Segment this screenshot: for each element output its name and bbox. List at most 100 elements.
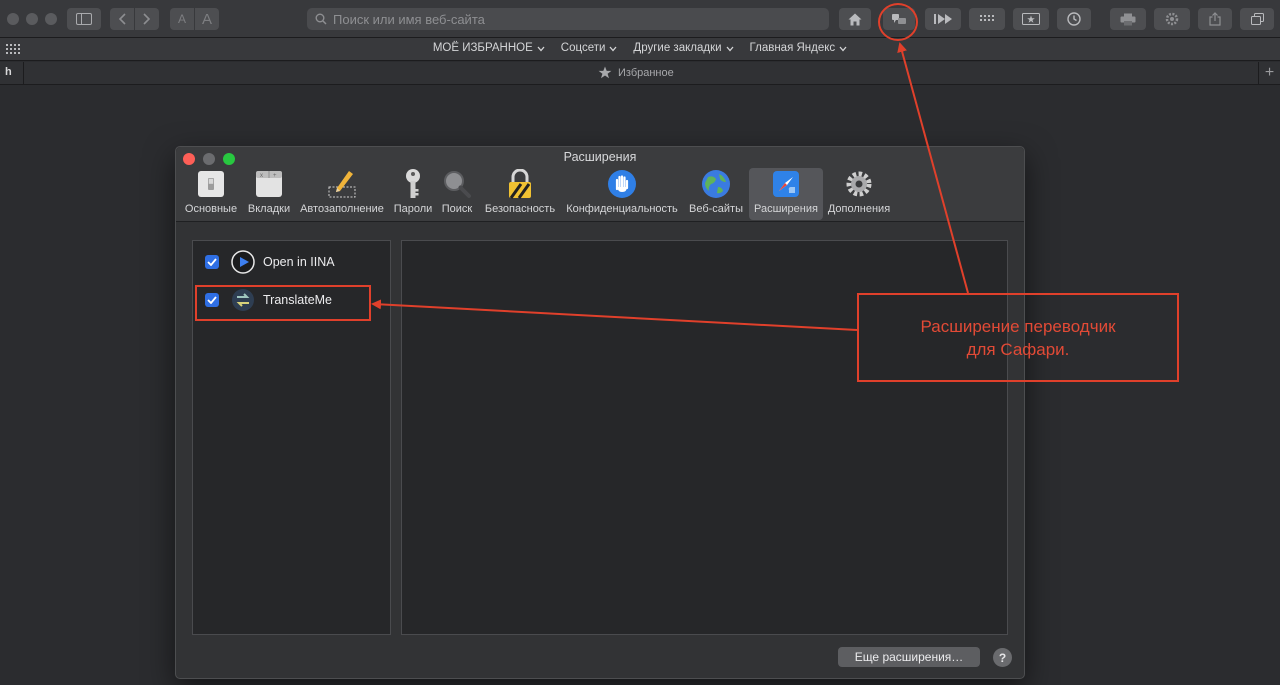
switch-icon [198,171,224,197]
back-button[interactable] [110,8,134,30]
sidebar-toggle-button[interactable] [67,8,101,30]
gear-icon [846,171,872,197]
tab-label: Основные [184,203,238,215]
printer-icon [1120,13,1136,25]
clock-icon [1067,12,1081,26]
tabs-icon: x + [256,171,282,197]
close-window-button[interactable] [7,13,19,25]
chevron-down-icon [537,46,545,51]
favorites-folder-label: Другие закладки [633,42,722,54]
preferences-window: Расширения Основные x + Вкладки Автозапол… [175,146,1025,679]
active-tab[interactable]: Избранное [598,66,674,79]
tab-label: Веб-сайты [688,203,743,215]
tab-advanced[interactable]: Дополнения [826,168,892,220]
font-larger-button[interactable]: A [195,8,219,30]
star-icon [598,66,612,79]
tab-autofill[interactable]: Автозаполнение [298,168,386,220]
lock-icon [509,169,531,199]
share-icon [1209,12,1221,26]
key-icon [406,169,420,198]
favorites-bar: МОЁ ИЗБРАННОЕ Соцсети Другие закладки Гл… [0,38,1280,61]
preferences-toolbar: Расширения Основные x + Вкладки Автозапол… [176,147,1024,222]
tab-security[interactable]: Безопасность [480,168,560,220]
chevron-down-icon [839,46,847,51]
favorites-folder-label: Соцсети [560,42,606,54]
tab-label: Конфиденциальность [566,203,678,215]
home-button[interactable] [839,8,871,30]
active-tab-title: Избранное [618,66,674,79]
top-sites-button[interactable] [969,8,1005,30]
annotation-extension-highlight-box [195,285,371,321]
new-tab-button[interactable]: + [1258,62,1280,85]
annotation-callout-text: Расширение переводчик для Сафари. [859,315,1177,361]
address-bar[interactable] [307,8,829,30]
tab-passwords[interactable]: Пароли [390,168,436,220]
zoom-window-button[interactable] [45,13,57,25]
sidebar-icon [76,13,92,25]
tab-bar: h Избранное + [0,62,1280,85]
hand-icon [608,170,636,198]
favorites-folder-label: МОЁ ИЗБРАННОЕ [432,42,533,54]
annotation-line-1: Расширение переводчик [920,317,1116,336]
star-box-icon [1022,13,1040,25]
tab-extensions[interactable]: Расширения [749,168,823,220]
svg-text:x: x [260,173,263,179]
annotation-callout-box: Расширение переводчик для Сафари. [857,293,1179,382]
share-button[interactable] [1198,8,1232,30]
print-button[interactable] [1110,8,1146,30]
safari-toolbar: A A [0,0,1280,38]
home-icon [848,13,862,25]
extension-enabled-checkbox[interactable] [205,255,219,269]
gear-icon [1165,12,1179,26]
pencil-icon [328,171,356,198]
iina-play-icon [231,250,255,274]
globe-icon [702,170,730,198]
more-extensions-button[interactable]: Еще расширения… [838,647,980,667]
svg-text:+: + [273,173,277,179]
tab-label: Расширения [754,203,818,215]
history-button[interactable] [1057,8,1091,30]
pinned-tab[interactable]: h [0,62,24,85]
settings-toolbar-button[interactable] [1154,8,1190,30]
extension-icon [231,250,255,274]
favorites-folder-yandex[interactable]: Главная Яндекс [750,42,848,54]
annotation-line-2: для Сафари. [966,340,1070,359]
font-smaller-button[interactable]: A [170,8,194,30]
reader-skip-button[interactable] [925,8,961,30]
tab-label: Вкладки [247,203,291,215]
tab-search[interactable]: Поиск [438,168,476,220]
tab-overview-button[interactable] [1240,8,1274,30]
search-icon [315,13,327,25]
tab-label: Пароли [393,203,433,215]
tab-general[interactable]: Основные [184,168,238,220]
grid-dots-icon [980,15,994,21]
favorites-folder-social[interactable]: Соцсети [561,42,618,54]
forward-button[interactable] [135,8,159,30]
favorites-folder-label: Главная Яндекс [749,42,836,54]
favorites-folder-other-bookmarks[interactable]: Другие закладки [633,42,734,54]
chevron-down-icon [726,46,734,51]
tab-websites[interactable]: Веб-сайты [684,168,748,220]
tab-label: Безопасность [484,203,556,215]
tabs-overview-icon [1250,13,1264,25]
tab-privacy[interactable]: Конфиденциальность [564,168,680,220]
help-button[interactable]: ? [993,648,1012,667]
skip-forward-icon [934,14,952,24]
list-item[interactable]: Open in IINA [193,244,390,280]
tab-label: Поиск [441,203,473,215]
tab-label: Автозаполнение [300,203,384,215]
chevron-right-icon [143,13,151,25]
chevron-left-icon [118,13,126,25]
extension-name: Open in IINA [263,255,335,269]
tab-tabs[interactable]: x + Вкладки [244,168,294,220]
preferences-title: Расширения [563,150,637,164]
puzzle-icon [773,171,799,197]
minimize-window-button[interactable] [26,13,38,25]
checkmark-icon [207,258,217,266]
annotation-toolbar-highlight-circle [878,3,918,41]
tab-label: Дополнения [827,203,891,215]
search-input[interactable] [333,11,813,27]
bookmarks-button[interactable] [1013,8,1049,30]
favorites-folder-my-favorites[interactable]: МОЁ ИЗБРАННОЕ [433,42,545,54]
chevron-down-icon [609,46,617,51]
